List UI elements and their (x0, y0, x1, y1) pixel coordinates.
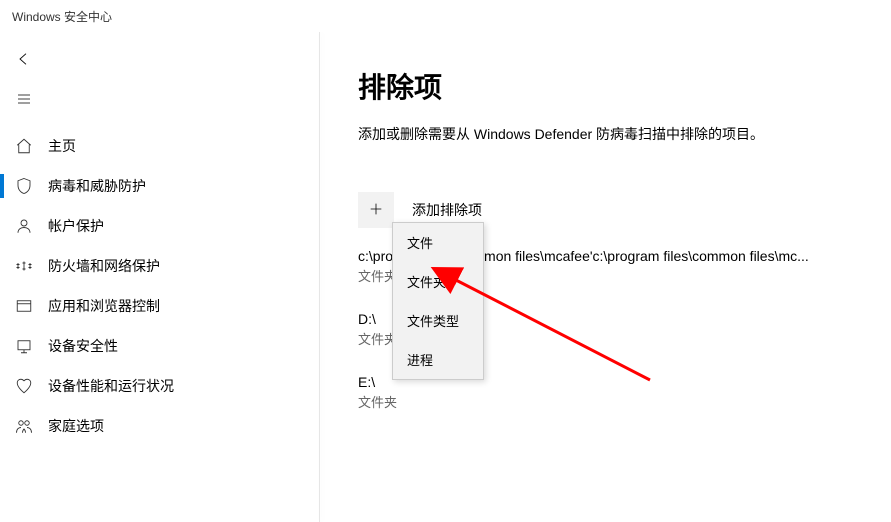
sidebar-item-label: 设备性能和运行状况 (48, 376, 174, 396)
sidebar-item-app-browser[interactable]: 应用和浏览器控制 (0, 286, 320, 326)
hamburger-icon (16, 91, 32, 110)
menu-item-label: 文件类型 (407, 314, 459, 329)
family-icon (14, 416, 34, 436)
title-bar: Windows 安全中心 (0, 0, 891, 32)
menu-item-folder[interactable]: 文件夹 (393, 262, 483, 301)
firewall-icon (14, 256, 34, 276)
back-button[interactable] (4, 40, 44, 80)
plus-icon-box (358, 192, 394, 228)
shield-icon (14, 176, 34, 196)
sidebar-item-account[interactable]: 帐户保护 (0, 206, 320, 246)
add-exclusion-label: 添加排除项 (412, 200, 482, 220)
plus-icon (368, 201, 384, 220)
page-description: 添加或删除需要从 Windows Defender 防病毒扫描中排除的项目。 (358, 124, 891, 144)
menu-item-file[interactable]: 文件 (393, 223, 483, 262)
page-title: 排除项 (358, 66, 891, 106)
sidebar-item-label: 主页 (48, 136, 76, 156)
back-arrow-icon (16, 51, 32, 70)
sidebar-item-firewall[interactable]: 防火墙和网络保护 (0, 246, 320, 286)
sidebar-item-device-performance[interactable]: 设备性能和运行状况 (0, 366, 320, 406)
menu-button[interactable] (4, 80, 44, 120)
sidebar-item-device-security[interactable]: 设备安全性 (0, 326, 320, 366)
menu-item-process[interactable]: 进程 (393, 340, 483, 379)
sidebar-item-label: 病毒和威胁防护 (48, 176, 146, 196)
menu-item-label: 文件 (407, 236, 433, 251)
exclusion-type: 文件夹 (358, 392, 891, 411)
add-exclusion-menu: 文件 文件夹 文件类型 进程 (392, 222, 484, 380)
sidebar-item-home[interactable]: 主页 (0, 126, 320, 166)
sidebar-item-virus-threat[interactable]: 病毒和威胁防护 (0, 166, 320, 206)
heart-icon (14, 376, 34, 396)
nav-list: 主页 病毒和威胁防护 帐户保护 防火墙和网络保护 (0, 126, 320, 446)
sidebar-item-label: 家庭选项 (48, 416, 104, 436)
sidebar-item-label: 防火墙和网络保护 (48, 256, 160, 276)
sidebar-item-family[interactable]: 家庭选项 (0, 406, 320, 446)
sidebar: 主页 病毒和威胁防护 帐户保护 防火墙和网络保护 (0, 32, 320, 522)
account-icon (14, 216, 34, 236)
sidebar-item-label: 帐户保护 (48, 216, 104, 236)
app-browser-icon (14, 296, 34, 316)
menu-item-label: 文件夹 (407, 275, 446, 290)
menu-item-label: 进程 (407, 353, 433, 368)
sidebar-item-label: 设备安全性 (48, 336, 118, 356)
device-security-icon (14, 336, 34, 356)
window-title: Windows 安全中心 (12, 8, 112, 25)
sidebar-item-label: 应用和浏览器控制 (48, 296, 160, 316)
home-icon (14, 136, 34, 156)
menu-item-filetype[interactable]: 文件类型 (393, 301, 483, 340)
